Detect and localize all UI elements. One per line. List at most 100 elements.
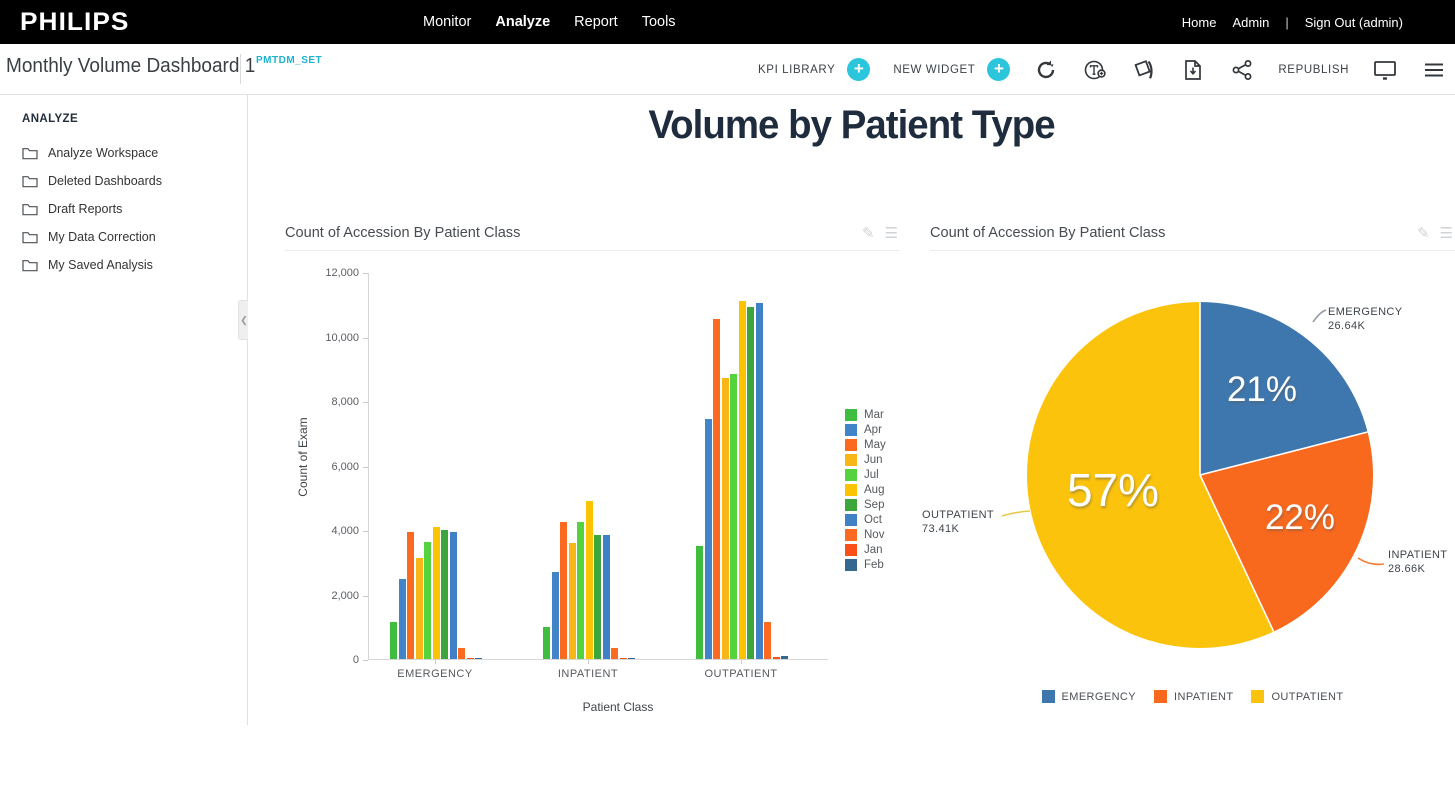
legend-swatch — [1251, 690, 1264, 703]
admin-link[interactable]: Admin — [1232, 15, 1269, 30]
legend-label: INPATIENT — [1174, 691, 1233, 703]
legend-swatch — [845, 424, 857, 436]
bar-emergency-aug[interactable] — [433, 527, 440, 659]
legend-swatch — [845, 529, 857, 541]
callout-value: 73.41K — [922, 522, 994, 536]
bar-emergency-oct[interactable] — [450, 532, 457, 659]
pie-chart-header: Count of Accession By Patient Class ✎ ☰ — [930, 222, 1455, 251]
bar-outpatient-feb[interactable] — [781, 656, 788, 659]
bar-emergency-sep[interactable] — [441, 530, 448, 659]
sidebar-section-title: ANALYZE — [22, 113, 78, 125]
signout-link[interactable]: Sign Out (admin) — [1305, 15, 1403, 30]
legend-item-jan[interactable]: Jan — [845, 542, 886, 557]
bar-emergency-mar[interactable] — [390, 622, 397, 659]
bar-emergency-feb[interactable] — [475, 658, 482, 659]
export-document-icon[interactable] — [1180, 57, 1206, 83]
kpi-library-add-button[interactable]: + — [847, 58, 870, 81]
dataset-tag[interactable]: PMTDM_SET — [256, 55, 322, 66]
new-widget-add-button[interactable]: + — [987, 58, 1010, 81]
pie-callout-outpatient: OUTPATIENT73.41K — [922, 508, 994, 536]
bar-outpatient-may[interactable] — [713, 319, 720, 659]
sidebar-item-label: My Saved Analysis — [48, 258, 153, 272]
nav-item-monitor[interactable]: Monitor — [423, 14, 471, 30]
bar-chart-header: Count of Accession By Patient Class ✎ ☰ — [285, 222, 900, 251]
folder-icon — [22, 231, 38, 244]
bar-outpatient-jul[interactable] — [730, 374, 737, 659]
edit-widget-icon[interactable]: ✎ — [1417, 226, 1430, 242]
widget-menu-icon[interactable]: ☰ — [885, 226, 898, 242]
pie-legend-item-emergency[interactable]: EMERGENCY — [1042, 690, 1137, 703]
legend-swatch — [845, 439, 857, 451]
sidebar-item-my-data-correction[interactable]: My Data Correction — [22, 223, 239, 251]
add-text-icon[interactable] — [1082, 57, 1108, 83]
legend-item-nov[interactable]: Nov — [845, 527, 886, 542]
display-icon[interactable] — [1372, 57, 1398, 83]
republish-button[interactable]: REPUBLISH — [1278, 64, 1349, 76]
session-nav: Home Admin | Sign Out (admin) — [1182, 0, 1403, 44]
bar-inpatient-oct[interactable] — [603, 535, 610, 659]
format-paint-icon[interactable] — [1131, 57, 1157, 83]
bar-inpatient-nov[interactable] — [611, 648, 618, 659]
new-widget-label: NEW WIDGET — [893, 64, 975, 76]
pie-legend-item-outpatient[interactable]: OUTPATIENT — [1251, 690, 1343, 703]
bar-inpatient-feb[interactable] — [628, 658, 635, 659]
bar-outpatient-jun[interactable] — [722, 378, 729, 659]
share-icon[interactable] — [1229, 57, 1255, 83]
bar-outpatient-nov[interactable] — [764, 622, 771, 659]
pie-callout-emergency: EMERGENCY26.64K — [1328, 305, 1403, 333]
pie-percent-emergency: 21% — [1227, 370, 1297, 410]
callout-value: 26.64K — [1328, 319, 1403, 333]
bar-emergency-jul[interactable] — [424, 542, 431, 659]
sidebar-item-draft-reports[interactable]: Draft Reports — [22, 195, 239, 223]
legend-item-sep[interactable]: Sep — [845, 497, 886, 512]
bar-inpatient-jul[interactable] — [577, 522, 584, 659]
legend-label: Apr — [864, 424, 882, 436]
nav-item-tools[interactable]: Tools — [642, 14, 676, 30]
home-link[interactable]: Home — [1182, 15, 1217, 30]
nav-item-analyze[interactable]: Analyze — [495, 14, 550, 30]
bar-outpatient-mar[interactable] — [696, 546, 703, 659]
bar-inpatient-sep[interactable] — [594, 535, 601, 659]
analyze-sidebar: ANALYZE Analyze WorkspaceDeleted Dashboa… — [0, 95, 248, 725]
edit-widget-icon[interactable]: ✎ — [862, 226, 875, 242]
pie-legend-item-inpatient[interactable]: INPATIENT — [1154, 690, 1233, 703]
legend-item-jun[interactable]: Jun — [845, 452, 886, 467]
nav-item-report[interactable]: Report — [574, 14, 618, 30]
sidebar-item-analyze-workspace[interactable]: Analyze Workspace — [22, 139, 239, 167]
bar-inpatient-aug[interactable] — [586, 501, 593, 659]
legend-item-feb[interactable]: Feb — [845, 557, 886, 572]
bar-emergency-jan[interactable] — [467, 658, 474, 659]
bar-emergency-jun[interactable] — [416, 558, 423, 659]
legend-item-oct[interactable]: Oct — [845, 512, 886, 527]
sidebar-item-my-saved-analysis[interactable]: My Saved Analysis — [22, 251, 239, 279]
bar-inpatient-may[interactable] — [560, 522, 567, 659]
bar-outpatient-aug[interactable] — [739, 301, 746, 659]
bar-outpatient-jan[interactable] — [773, 657, 780, 659]
x-category-label: EMERGENCY — [375, 668, 495, 680]
sidebar-item-deleted-dashboards[interactable]: Deleted Dashboards — [22, 167, 239, 195]
y-tick-label: 4,000 — [289, 525, 359, 537]
pie-chart-title: Count of Accession By Patient Class — [930, 224, 1165, 241]
bar-inpatient-mar[interactable] — [543, 627, 550, 659]
bar-inpatient-jun[interactable] — [569, 543, 576, 659]
legend-label: May — [864, 439, 886, 451]
bar-inpatient-jan[interactable] — [620, 658, 627, 659]
toolbar-actions: KPI LIBRARY + NEW WIDGET + — [758, 44, 1447, 95]
pie-percent-outpatient: 57% — [1067, 463, 1159, 517]
callout-label: INPATIENT — [1388, 548, 1447, 562]
refresh-icon[interactable] — [1033, 57, 1059, 83]
bar-outpatient-oct[interactable] — [756, 303, 763, 659]
legend-item-jul[interactable]: Jul — [845, 467, 886, 482]
bar-outpatient-apr[interactable] — [705, 419, 712, 659]
legend-item-mar[interactable]: Mar — [845, 407, 886, 422]
legend-item-may[interactable]: May — [845, 437, 886, 452]
menu-icon[interactable] — [1421, 57, 1447, 83]
legend-item-aug[interactable]: Aug — [845, 482, 886, 497]
widget-menu-icon[interactable]: ☰ — [1440, 226, 1453, 242]
bar-emergency-nov[interactable] — [458, 648, 465, 659]
bar-emergency-apr[interactable] — [399, 579, 406, 659]
bar-inpatient-apr[interactable] — [552, 572, 559, 659]
bar-outpatient-sep[interactable] — [747, 307, 754, 659]
legend-item-apr[interactable]: Apr — [845, 422, 886, 437]
bar-emergency-may[interactable] — [407, 532, 414, 659]
